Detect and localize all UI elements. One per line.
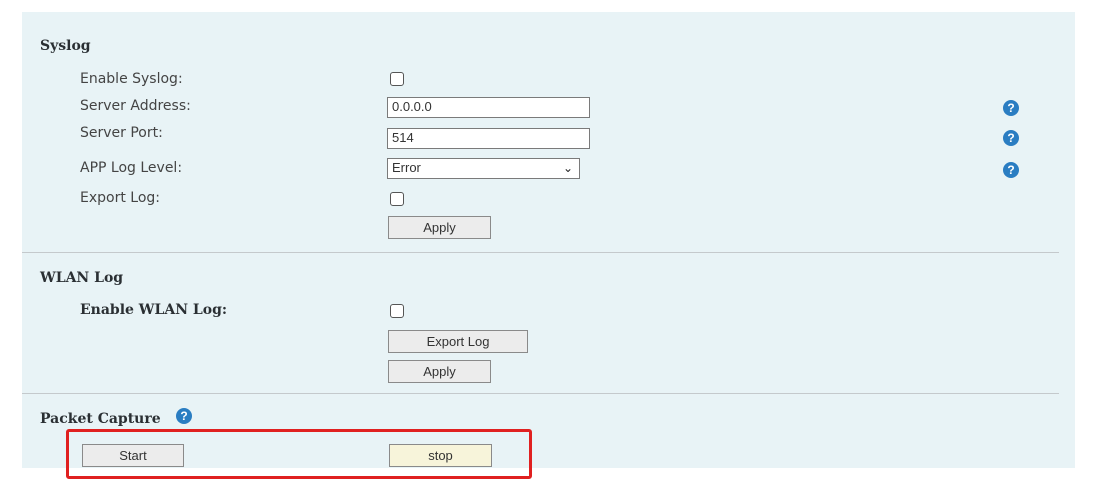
wlan-apply-button[interactable]: Apply [388, 360, 491, 383]
chevron-down-icon: ⌄ [562, 161, 573, 175]
server-port-label: Server Port: [80, 125, 163, 141]
stop-capture-button[interactable]: stop [389, 444, 492, 467]
enable-wlan-log-label: Enable WLAN Log: [80, 302, 228, 318]
syslog-apply-button[interactable]: Apply [388, 216, 491, 239]
packet-capture-section-title: Packet Capture [40, 411, 161, 427]
server-port-help-icon[interactable]: ? [1003, 130, 1019, 146]
app-log-level-value: Error [392, 160, 421, 175]
server-address-help-icon[interactable]: ? [1003, 100, 1019, 116]
server-address-label: Server Address: [80, 98, 191, 114]
server-port-input[interactable]: 514 [387, 128, 590, 149]
app-log-level-help-icon[interactable]: ? [1003, 162, 1019, 178]
packet-capture-help-icon[interactable]: ? [176, 408, 192, 424]
wlan-log-section-title: WLAN Log [40, 270, 124, 286]
app-log-level-select[interactable]: Error ⌄ [387, 158, 580, 179]
start-capture-button[interactable]: Start [82, 444, 184, 467]
wlan-export-log-button[interactable]: Export Log [388, 330, 528, 353]
app-log-level-label: APP Log Level: [80, 160, 183, 176]
export-log-label: Export Log: [80, 190, 161, 206]
section-divider [22, 393, 1059, 394]
enable-syslog-label: Enable Syslog: [80, 71, 183, 87]
server-address-input[interactable]: 0.0.0.0 [387, 97, 590, 118]
section-divider [22, 252, 1059, 253]
enable-wlan-log-checkbox[interactable] [390, 304, 404, 318]
export-log-checkbox[interactable] [390, 192, 404, 206]
enable-syslog-checkbox[interactable] [390, 72, 404, 86]
syslog-section-title: Syslog [40, 38, 91, 54]
